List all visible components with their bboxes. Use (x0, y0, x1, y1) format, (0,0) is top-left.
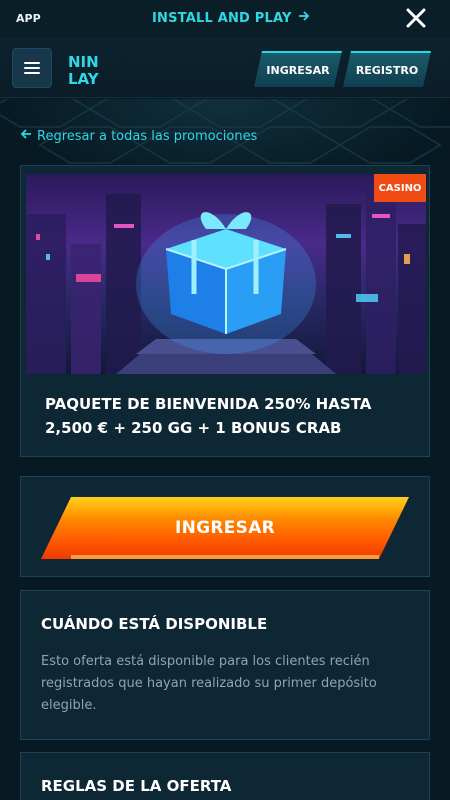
availability-text: Esto oferta está disponible para los cli… (41, 654, 377, 713)
ninlay-logo[interactable]: NIN LAY (68, 52, 114, 88)
availability-title: CUÁNDO ESTÁ DISPONIBLE (41, 615, 268, 633)
hamburger-menu-icon[interactable] (12, 48, 52, 88)
site-header: NIN LAY INGRESAR REGISTRO (0, 38, 450, 98)
back-to-promotions-link[interactable]: Regresar a todas las promociones (20, 128, 257, 144)
arrow-left-icon (20, 128, 32, 144)
gift-box-promo-image: CASINO (26, 174, 426, 374)
install-and-play-link[interactable]: INSTALL AND PLAY (152, 10, 310, 26)
back-link-label: Regresar a todas las promociones (37, 128, 258, 144)
install-label: INSTALL AND PLAY (152, 10, 292, 26)
logo-text-bottom: LAY (68, 70, 100, 86)
casino-badge: CASINO (374, 174, 426, 202)
login-button[interactable]: INGRESAR (254, 51, 342, 87)
logo-text-top: NIN (68, 53, 99, 71)
offer-rules-title: REGLAS DE LA OFERTA (41, 777, 232, 795)
cta-card: INGRESAR (20, 476, 430, 577)
promotion-title: PAQUETE DE BIENVENIDA 250% HASTA 2,500 €… (45, 395, 372, 437)
app-label: APP (16, 12, 41, 25)
ingresar-cta-button[interactable]: INGRESAR (41, 497, 409, 559)
close-icon[interactable] (404, 6, 428, 32)
register-button[interactable]: REGISTRO (343, 51, 431, 87)
promotion-card: CASINO PAQUETE DE BIENVENIDA 250% HASTA … (20, 165, 430, 457)
arrow-right-icon (298, 10, 310, 26)
install-app-banner: APP INSTALL AND PLAY (0, 0, 450, 38)
availability-card: CUÁNDO ESTÁ DISPONIBLE Esto oferta está … (20, 590, 430, 740)
offer-rules-card[interactable]: REGLAS DE LA OFERTA (20, 752, 430, 800)
